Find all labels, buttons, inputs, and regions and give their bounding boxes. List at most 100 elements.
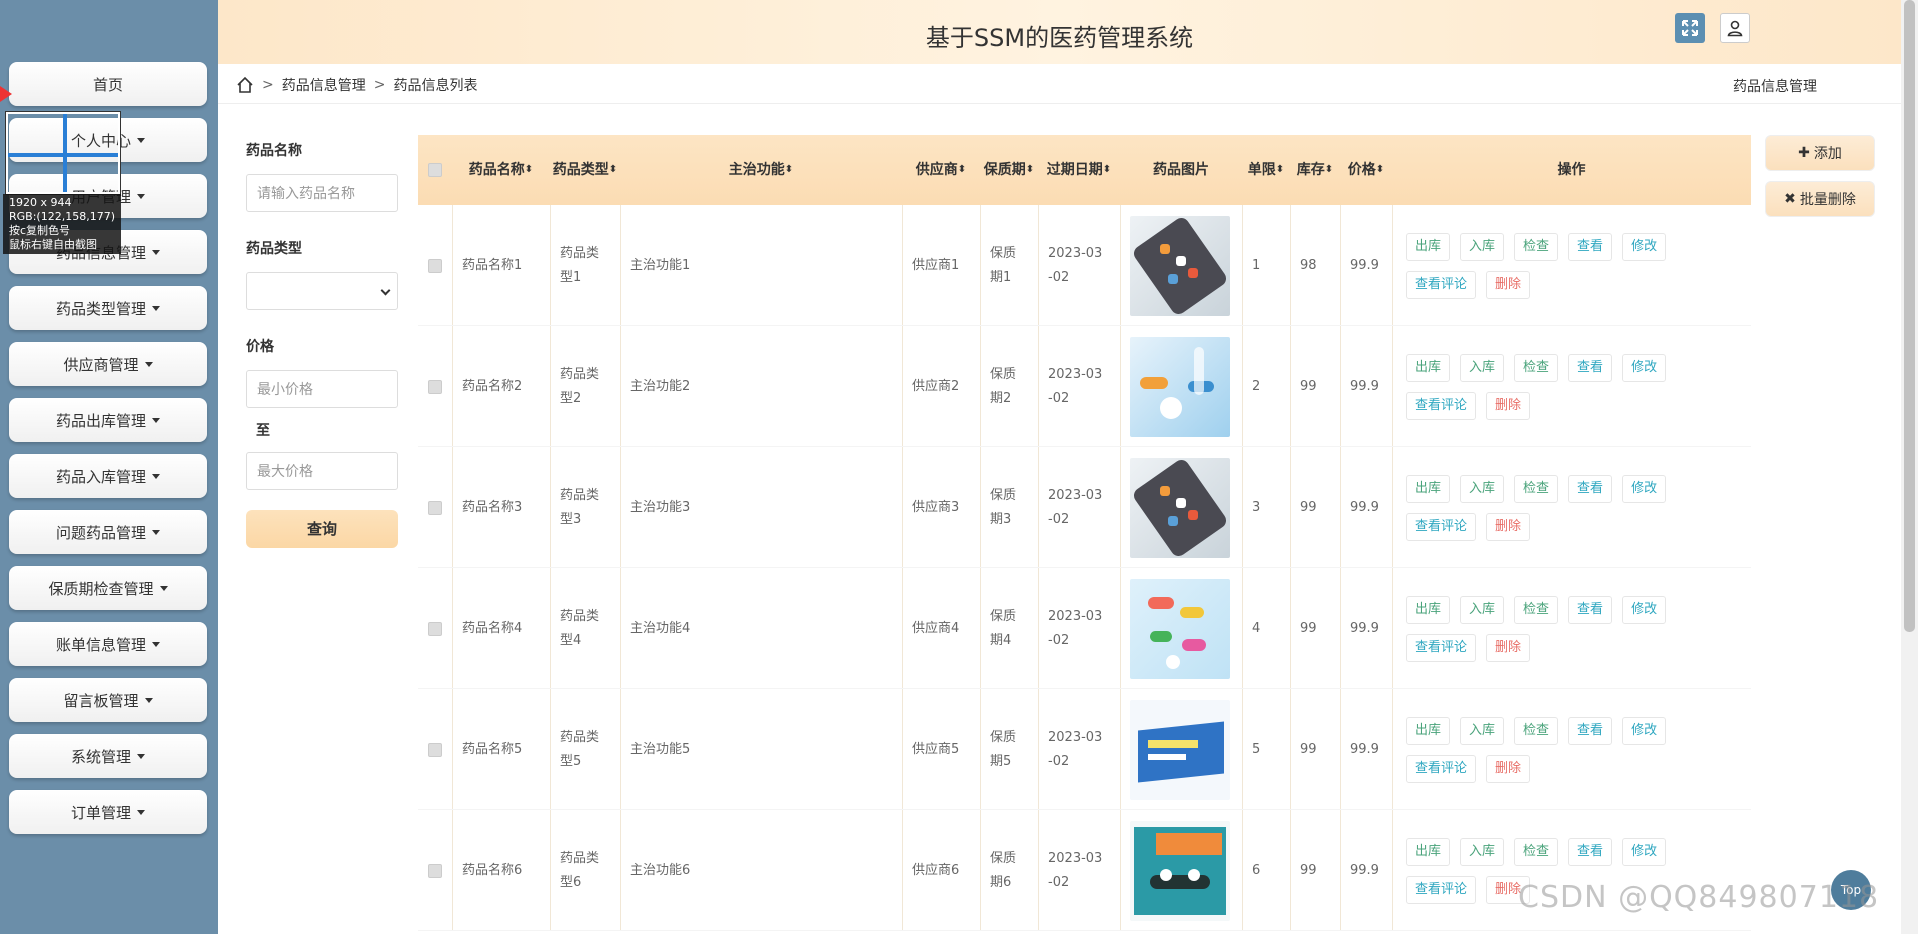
- cell-text: 药品名称2: [462, 378, 523, 394]
- cell-text: 99: [1300, 499, 1317, 515]
- sort-icon[interactable]: ⬍: [1376, 159, 1384, 181]
- sidebar-item[interactable]: 问题药品管理: [9, 510, 207, 554]
- view-comments-button[interactable]: 查看评论: [1406, 754, 1477, 783]
- type-select[interactable]: [246, 272, 398, 310]
- view-comments-button[interactable]: 查看评论: [1406, 512, 1477, 541]
- sort-icon[interactable]: ⬍: [1026, 159, 1034, 181]
- delete-button[interactable]: 删除: [1486, 512, 1531, 541]
- edit-button[interactable]: 修改: [1622, 474, 1667, 503]
- max-price-input[interactable]: 最大价格: [246, 452, 398, 490]
- cell-text: 主治功能5: [630, 741, 691, 757]
- edit-button[interactable]: 修改: [1622, 232, 1667, 261]
- column-header[interactable]: 供应商 ⬍: [902, 135, 980, 205]
- column-header[interactable]: 主治功能 ⬍: [620, 135, 902, 205]
- user-button[interactable]: [1720, 13, 1750, 43]
- inspect-button[interactable]: 检查: [1514, 716, 1559, 745]
- sort-icon[interactable]: ⬍: [525, 159, 533, 181]
- fullscreen-button[interactable]: [1675, 13, 1705, 43]
- sidebar-item[interactable]: 保质期检查管理: [9, 566, 207, 610]
- breadcrumb-item[interactable]: 药品信息管理: [282, 75, 366, 95]
- sidebar-item[interactable]: 订单管理: [9, 790, 207, 834]
- outbound-button[interactable]: 出库: [1406, 595, 1451, 624]
- add-button[interactable]: ✚ 添加: [1765, 135, 1875, 171]
- outbound-button[interactable]: 出库: [1406, 232, 1451, 261]
- search-button[interactable]: 查询: [246, 510, 398, 548]
- sidebar-item[interactable]: 药品入库管理: [9, 454, 207, 498]
- row-checkbox[interactable]: [428, 500, 442, 515]
- inspect-button[interactable]: 检查: [1514, 474, 1559, 503]
- column-header[interactable]: 药品类型 ⬍: [550, 135, 620, 205]
- column-header[interactable]: 单限 ⬍: [1242, 135, 1290, 205]
- sort-icon[interactable]: ⬍: [609, 159, 617, 181]
- sidebar-item[interactable]: 账单信息管理: [9, 622, 207, 666]
- column-header[interactable]: 库存 ⬍: [1290, 135, 1340, 205]
- inbound-button[interactable]: 入库: [1460, 353, 1505, 382]
- view-button[interactable]: 查看: [1568, 837, 1613, 866]
- inspect-button[interactable]: 检查: [1514, 837, 1559, 866]
- outbound-button[interactable]: 出库: [1406, 353, 1451, 382]
- home-icon[interactable]: [236, 76, 254, 94]
- row-checkbox[interactable]: [428, 742, 442, 757]
- edit-button[interactable]: 修改: [1622, 716, 1667, 745]
- outbound-button[interactable]: 出库: [1406, 474, 1451, 503]
- column-header[interactable]: 过期日期 ⬍: [1038, 135, 1120, 205]
- edit-button[interactable]: 修改: [1622, 595, 1667, 624]
- scrollbar-thumb[interactable]: [1904, 0, 1915, 632]
- row-checkbox[interactable]: [428, 621, 442, 636]
- delete-button[interactable]: 删除: [1486, 391, 1531, 420]
- sort-icon[interactable]: ⬍: [1103, 159, 1111, 181]
- view-button[interactable]: 查看: [1568, 595, 1613, 624]
- sidebar-item[interactable]: 药品出库管理: [9, 398, 207, 442]
- sort-icon[interactable]: ⬍: [1276, 159, 1284, 181]
- sidebar-item[interactable]: 供应商管理: [9, 342, 207, 386]
- sidebar-item[interactable]: 系统管理: [9, 734, 207, 778]
- inspect-button[interactable]: 检查: [1514, 232, 1559, 261]
- delete-button[interactable]: 删除: [1486, 754, 1531, 783]
- delete-button[interactable]: 删除: [1486, 633, 1531, 662]
- column-header[interactable]: 价格 ⬍: [1340, 135, 1392, 205]
- column-header-label: 保质期: [983, 162, 1026, 178]
- sidebar-item[interactable]: 药品类型管理: [9, 286, 207, 330]
- caret-down-icon: [137, 809, 145, 815]
- page-scrollbar[interactable]: [1901, 0, 1918, 934]
- select-all-checkbox[interactable]: [428, 163, 442, 177]
- sort-icon[interactable]: ⬍: [1325, 159, 1333, 181]
- column-header-label: 操作: [1557, 162, 1586, 178]
- inbound-button[interactable]: 入库: [1460, 232, 1505, 261]
- edit-button[interactable]: 修改: [1622, 353, 1667, 382]
- view-comments-button[interactable]: 查看评论: [1406, 875, 1477, 904]
- cell-text: 保质期6: [990, 850, 1017, 890]
- edit-button[interactable]: 修改: [1622, 837, 1667, 866]
- view-comments-button[interactable]: 查看评论: [1406, 391, 1477, 420]
- row-checkbox[interactable]: [428, 379, 442, 394]
- outbound-button[interactable]: 出库: [1406, 716, 1451, 745]
- row-checkbox[interactable]: [428, 258, 442, 273]
- inspect-button[interactable]: 检查: [1514, 353, 1559, 382]
- batch-delete-button[interactable]: ✖ 批量删除: [1765, 181, 1875, 217]
- column-header[interactable]: 保质期 ⬍: [980, 135, 1038, 205]
- inbound-button[interactable]: 入库: [1460, 474, 1505, 503]
- sort-icon[interactable]: ⬍: [958, 159, 966, 181]
- view-button[interactable]: 查看: [1568, 232, 1613, 261]
- view-comments-button[interactable]: 查看评论: [1406, 270, 1477, 299]
- cell-text: 5: [1252, 741, 1261, 757]
- image-cell: [1120, 689, 1242, 810]
- caret-down-icon: [152, 305, 160, 311]
- view-comments-button[interactable]: 查看评论: [1406, 633, 1477, 662]
- view-button[interactable]: 查看: [1568, 353, 1613, 382]
- sort-icon[interactable]: ⬍: [785, 159, 793, 181]
- name-search-input[interactable]: 请输入药品名称: [246, 174, 398, 212]
- view-button[interactable]: 查看: [1568, 716, 1613, 745]
- inbound-button[interactable]: 入库: [1460, 595, 1505, 624]
- delete-button[interactable]: 删除: [1486, 270, 1531, 299]
- sidebar-item[interactable]: 留言板管理: [9, 678, 207, 722]
- column-header[interactable]: 药品名称 ⬍: [452, 135, 550, 205]
- sidebar-item[interactable]: 首页: [9, 62, 207, 106]
- min-price-input[interactable]: 最小价格: [246, 370, 398, 408]
- view-button[interactable]: 查看: [1568, 474, 1613, 503]
- row-checkbox[interactable]: [428, 863, 442, 878]
- inspect-button[interactable]: 检查: [1514, 595, 1559, 624]
- inbound-button[interactable]: 入库: [1460, 837, 1505, 866]
- inbound-button[interactable]: 入库: [1460, 716, 1505, 745]
- outbound-button[interactable]: 出库: [1406, 837, 1451, 866]
